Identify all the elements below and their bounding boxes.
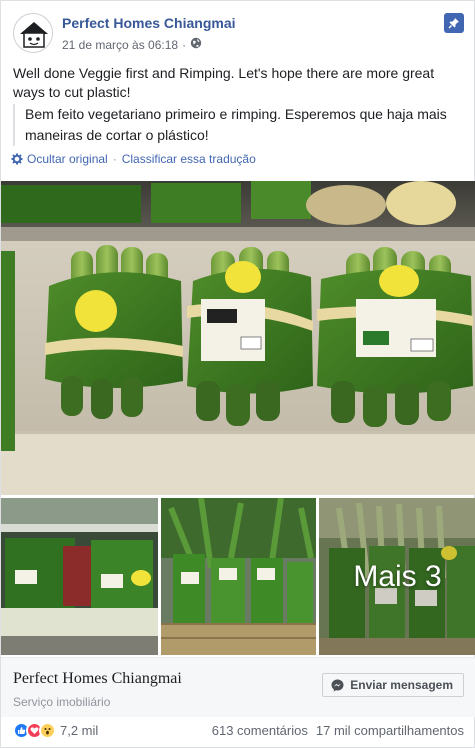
send-message-button[interactable]: Enviar mensagem — [322, 673, 464, 697]
post-card: Perfect Homes Chiangmai 21 de março às 0… — [0, 0, 475, 748]
more-photos-overlay[interactable]: Mais 3 — [319, 498, 475, 655]
gear-icon[interactable] — [11, 153, 23, 168]
messenger-icon — [331, 679, 344, 691]
post-text: Well done Veggie first and Rimping. Let'… — [13, 65, 435, 100]
link-separator: · — [112, 152, 117, 166]
main-photo[interactable] — [1, 181, 475, 495]
page-category: Serviço imobiliário — [13, 695, 111, 709]
link-separator: · — [182, 37, 187, 52]
comments-count[interactable]: 613 comentários — [212, 723, 308, 738]
footer-page-name[interactable]: Perfect Homes Chiangmai — [13, 670, 182, 688]
rate-translation-link[interactable]: Classificar essa tradução — [122, 152, 256, 166]
send-message-label: Enviar mensagem — [350, 678, 453, 692]
shares-count[interactable]: 17 mil compartilhamentos — [316, 723, 464, 738]
engagement-counts: 613 comentários 17 mil compartilhamentos — [212, 723, 464, 738]
hide-original-link[interactable]: Ocultar original — [27, 152, 108, 166]
post-header: Perfect Homes Chiangmai 21 de março às 0… — [13, 13, 464, 57]
more-photos-label: Mais 3 — [353, 559, 442, 593]
thumbnail-photo-3[interactable]: Mais 3 — [319, 498, 475, 655]
pin-button[interactable] — [444, 13, 464, 33]
reactions-bar: 7,2 mil 613 comentários 17 mil compartil… — [13, 717, 464, 743]
reaction-icons[interactable] — [13, 721, 56, 739]
wow-icon — [39, 721, 56, 739]
post-meta: 21 de março às 06:18 · — [62, 37, 202, 52]
page-attachment: Perfect Homes Chiangmai Serviço imobiliá… — [1, 657, 475, 717]
page-avatar[interactable] — [13, 13, 53, 53]
translation-links: Ocultar original · Classificar essa trad… — [11, 152, 256, 166]
globe-icon[interactable] — [190, 37, 202, 52]
thumbnail-photo-1[interactable] — [1, 498, 158, 655]
post-translation: Bem feito vegetariano primeiro e rimping… — [13, 104, 464, 146]
reaction-count[interactable]: 7,2 mil — [60, 723, 98, 738]
page-name-link[interactable]: Perfect Homes Chiangmai — [62, 15, 236, 31]
post-timestamp[interactable]: 21 de março às 06:18 — [62, 38, 178, 52]
thumbnail-photo-2[interactable] — [161, 498, 316, 655]
pin-icon — [448, 18, 459, 29]
